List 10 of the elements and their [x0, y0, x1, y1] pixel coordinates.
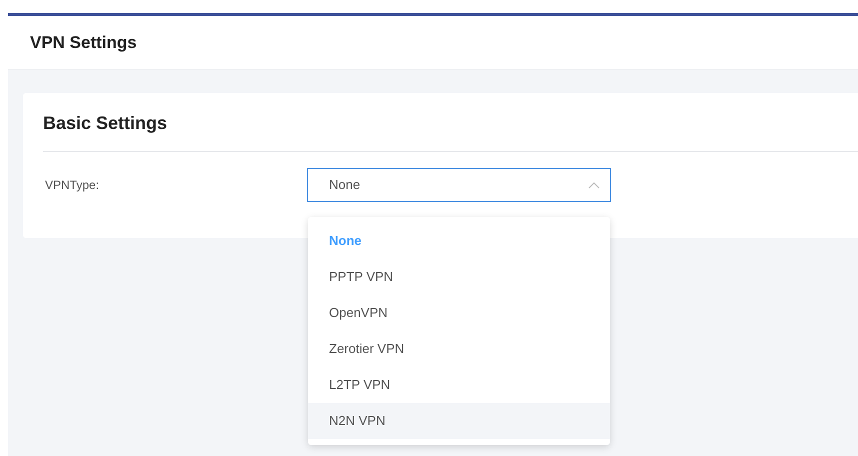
card-title: Basic Settings: [43, 112, 168, 135]
dropdown-option[interactable]: PPTP VPN: [308, 259, 610, 295]
dropdown-option[interactable]: OpenVPN: [308, 295, 610, 331]
field-label: VPNType:: [44, 177, 100, 194]
caret-icon: [588, 182, 600, 188]
vpn-type-select[interactable]: None: [307, 168, 611, 202]
dropdown-option[interactable]: Zerotier VPN: [308, 331, 610, 367]
page-title: VPN Settings: [30, 32, 137, 54]
dropdown-option[interactable]: N2N VPN: [308, 403, 610, 439]
dropdown-option[interactable]: L2TP VPN: [308, 367, 610, 403]
